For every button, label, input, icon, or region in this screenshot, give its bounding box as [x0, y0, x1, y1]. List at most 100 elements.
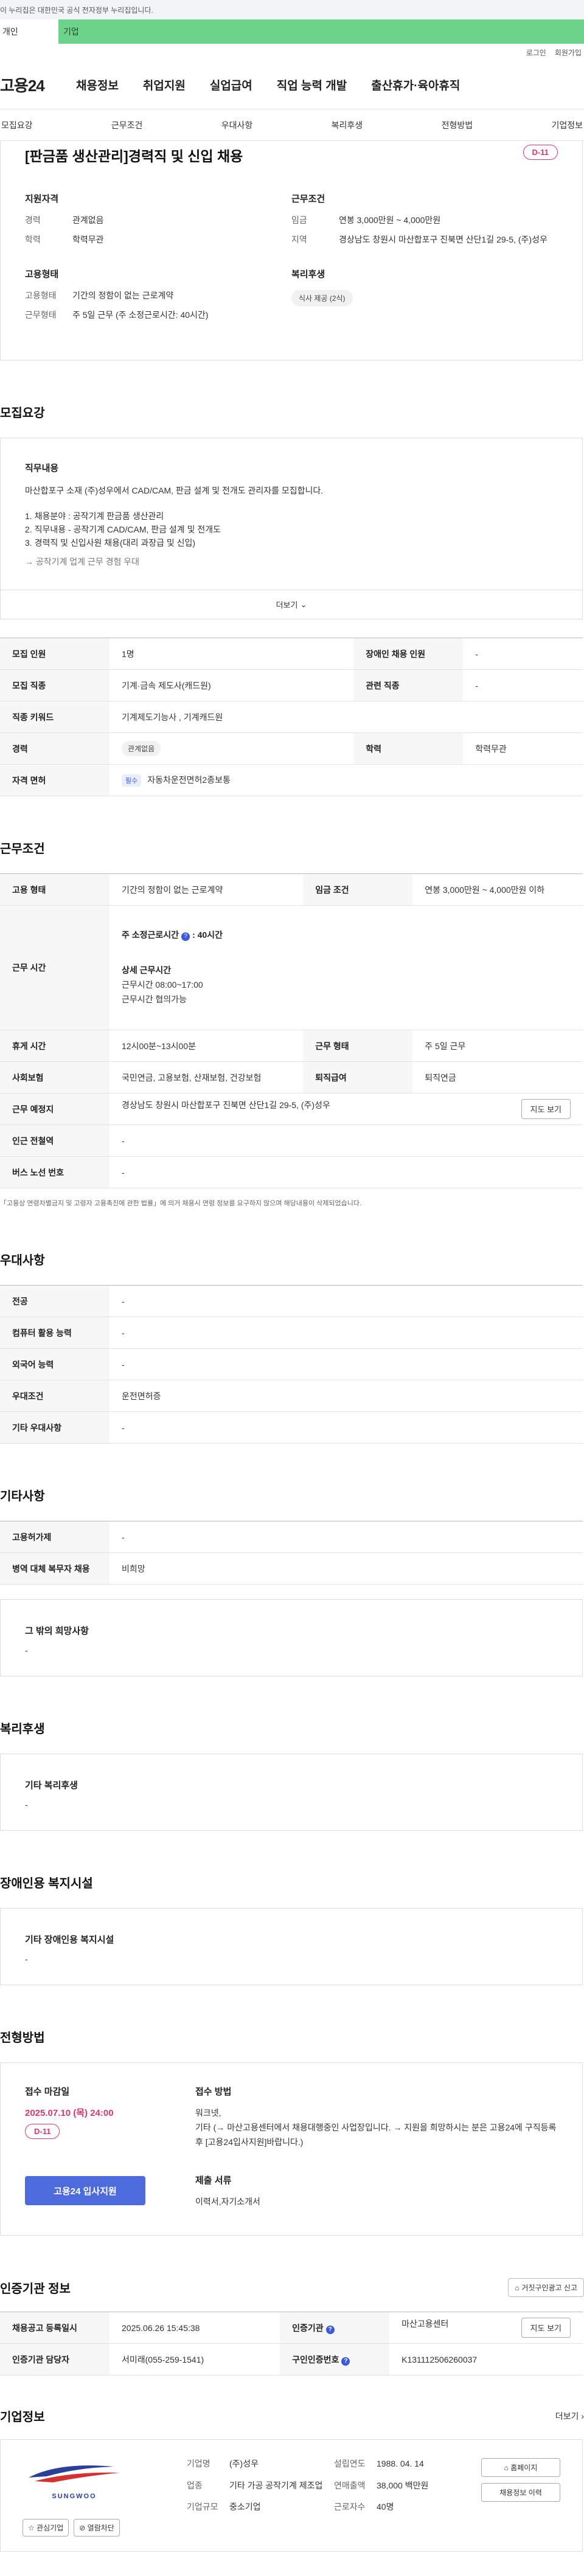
cert-section-title: 인증기관 정보: [0, 2282, 71, 2296]
table-key: 채용공고 등록일시: [0, 2312, 109, 2344]
table-value: -: [109, 1521, 583, 1554]
gnb-item-unemployment[interactable]: 실업급여: [198, 77, 265, 93]
welfare-heading: 복리후생: [291, 269, 325, 280]
table-value: -: [109, 1317, 583, 1349]
company-val: (주)성우: [229, 2459, 259, 2469]
conditions-section-title: 근무조건: [0, 842, 45, 856]
conditions-table: 고용 형태 기간의 정함이 없는 근로계약 임금 조건 연봉 3,000만원 ~…: [0, 873, 583, 1189]
gnb-menu: 채용정보 취업지원 실업급여 직업 능력 개발 출산휴가·육아휴직: [70, 77, 472, 93]
table-key: 퇴직급여: [303, 1061, 413, 1094]
duty-line: 마산합포구 소재 (주)성우에서 CAD/CAM, 판금 설계 및 전개도 관리…: [25, 485, 324, 495]
deadline-heading: 접수 마감일: [25, 2087, 70, 2098]
disability-section-title: 장애인용 복지시설: [0, 1877, 93, 1891]
section-nav-process[interactable]: 전형방법: [442, 119, 473, 131]
gov-banner-text: 이 누리집은 대한민국 공식 전자정부 누리집입니다.: [0, 5, 153, 15]
method-heading: 접수 방법: [195, 2087, 232, 2098]
table-key: 인근 전철역: [0, 1124, 109, 1157]
chevron-right-icon: ›: [581, 2411, 584, 2421]
tab-company[interactable]: 기업: [58, 19, 584, 44]
cert-table: 채용공고 등록일시 2025.06.26 15:45:38 인증기관? 마산고용…: [0, 2312, 583, 2376]
table-key: 관련 직종: [353, 669, 464, 702]
table-value: -: [463, 638, 583, 670]
company-more-link[interactable]: 더보기 ›: [555, 2410, 584, 2422]
work-val: 연봉 3,000만원 ~ 4,000만원: [339, 215, 441, 225]
table-row: 고용 형태 기간의 정함이 없는 근로계약 임금 조건 연봉 3,000만원 ~…: [0, 873, 583, 906]
recruit-section-title: 모집요강: [0, 407, 45, 421]
chevron-down-icon: ⌄: [300, 599, 307, 609]
block-icon: ⊘: [79, 2524, 88, 2533]
welfare-box-value: -: [25, 1800, 28, 1810]
table-value: 2025.06.26 15:45:38: [109, 2312, 280, 2344]
help-icon[interactable]: ?: [181, 932, 190, 942]
table-key: 버스 노선 번호: [0, 1156, 109, 1189]
company-val: 38,000 백만원: [377, 2480, 429, 2490]
table-row: 근무 예정지 경상남도 창원시 마산합포구 진북면 산단1길 29-5, (주)…: [0, 1093, 583, 1126]
company-val: 1988. 04. 14: [377, 2459, 424, 2469]
work-key: 임금: [291, 215, 307, 225]
login-link[interactable]: 로그인: [526, 47, 546, 58]
interest-label: 관심기업: [36, 2524, 64, 2533]
table-value: -: [109, 1348, 583, 1381]
map-button[interactable]: 지도 보기: [521, 1099, 571, 1120]
method-line: 기타 (→ 마산고용센터에서 채용대행중인 사업장입니다. → 지원을 희망하시…: [195, 2122, 557, 2147]
hours-total-label: 주 소정근로시간: [122, 930, 179, 940]
duty-more-button[interactable]: 더보기 ⌄: [1, 590, 582, 619]
table-key: 컴퓨터 활용 능력: [0, 1317, 109, 1349]
help-icon[interactable]: ?: [341, 2357, 350, 2366]
qual-val: 관계없음: [72, 215, 104, 225]
company-val: 기타 가공 공작기계 제조업: [229, 2480, 323, 2490]
process-box: 접수 마감일 2025.07.10 (목) 24:00 D-11 고용24 입사…: [0, 2062, 583, 2236]
table-row: 휴게 시간 12시00분~13시00분 근무 형태 주 5일 근무: [0, 1030, 583, 1062]
emp-heading: 고용형태: [25, 269, 59, 280]
report-button[interactable]: ⌂ 거짓구인광고 신고: [508, 2278, 584, 2298]
company-section-title: 기업정보: [0, 2411, 45, 2425]
cert-map-button[interactable]: 지도 보기: [521, 2318, 571, 2338]
docs-value: 이력서,자기소개서: [195, 2197, 260, 2207]
table-value: 경상남도 창원시 마산합포구 진북면 산단1길 29-5, (주)성우 지도 보기: [109, 1093, 583, 1126]
company-key: 기업규모: [187, 2502, 218, 2512]
block-company-button[interactable]: ⊘ 열람차단: [74, 2519, 120, 2537]
section-nav-conditions[interactable]: 근무조건: [111, 119, 143, 131]
table-key: 인증기관?: [280, 2312, 390, 2344]
welfare-section-title: 복리후생: [0, 1723, 45, 1737]
table-value: 연봉 3,000만원 ~ 4,000만원 이하: [412, 873, 583, 906]
help-icon[interactable]: ?: [325, 2325, 335, 2334]
section-nav-preference[interactable]: 우대사항: [221, 119, 253, 131]
interest-company-button[interactable]: ☆ 관심기업: [23, 2519, 69, 2537]
table-value: 마산고용센터 지도 보기: [389, 2312, 583, 2344]
age-footnote: 「고용상 연령차별금지 및 고령자 고용촉진에 관한 법률」에 의거 채용시 연…: [0, 1200, 362, 1208]
table-value: 학력무관: [463, 732, 583, 765]
table-key: 우대조건: [0, 1380, 109, 1413]
utility-menu: 로그인 회원가입: [0, 44, 584, 61]
gnb-item-leave[interactable]: 출산휴가·육아휴직: [359, 77, 472, 93]
table-key: 사회보험: [0, 1061, 109, 1094]
table-value: 필수 자동차운전면허2종보통: [109, 764, 583, 797]
cert-agency-value: 마산고용센터: [401, 2319, 449, 2329]
section-nav-welfare[interactable]: 복리후생: [332, 119, 363, 131]
tab-personal[interactable]: 개인: [0, 19, 58, 44]
site-logo[interactable]: 고용24: [0, 74, 70, 96]
gnb-item-employment-support[interactable]: 취업지원: [131, 77, 198, 93]
emp-val: 기간의 정함이 없는 근로계약: [72, 291, 174, 301]
company-more-label: 더보기: [555, 2411, 579, 2421]
section-nav-recruit[interactable]: 모집요강: [1, 119, 33, 131]
table-key: 학력: [353, 732, 464, 765]
table-row: 인증기관 담당자 서미래(055-259-1541) 구인인증번호? K1311…: [0, 2343, 583, 2376]
table-value: 기계제도기능사 , 기계캐드원: [109, 701, 583, 734]
star-icon: ☆: [28, 2524, 37, 2533]
duty-heading: 직무내용: [25, 463, 59, 474]
table-key: 인증기관 담당자: [0, 2343, 109, 2376]
table-value: 운전면허증: [109, 1380, 583, 1413]
join-link[interactable]: 회원가입: [555, 47, 582, 58]
table-key: 근무 시간: [0, 905, 109, 1031]
hours-detail: 근무시간 협의가능: [122, 994, 187, 1004]
company-key: 기업명: [187, 2459, 210, 2469]
homepage-button[interactable]: ⌂ 홈페이지: [481, 2458, 560, 2478]
section-nav-company[interactable]: 기업정보: [551, 119, 583, 131]
gnb-item-jobs[interactable]: 채용정보: [70, 77, 131, 93]
apply-button[interactable]: 고용24 입사지원: [25, 2176, 145, 2206]
job-history-button[interactable]: 채용정보 이력: [481, 2483, 560, 2502]
duty-line: 3. 경력직 및 신입사원 채용(대리 과장급 및 신입): [25, 537, 196, 548]
work-key: 지역: [291, 234, 307, 244]
gnb-item-training[interactable]: 직업 능력 개발: [265, 77, 359, 93]
